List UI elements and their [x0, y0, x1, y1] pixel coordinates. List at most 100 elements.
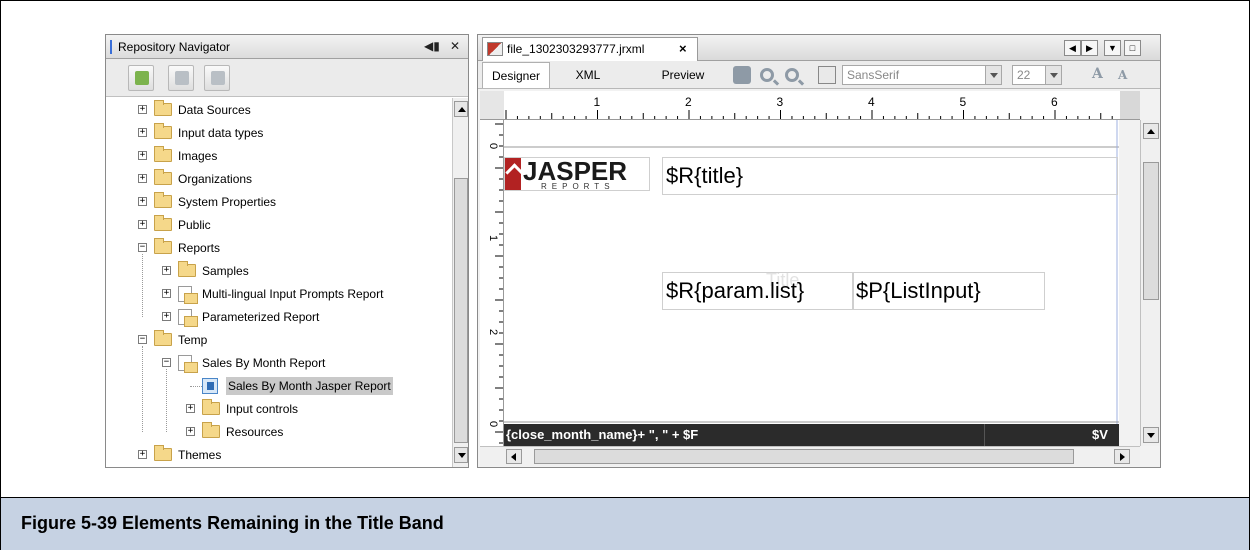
add-resource-button[interactable]	[128, 65, 154, 91]
scroll-right-button[interactable]	[1114, 449, 1130, 464]
tree-item-label: Reports	[178, 241, 221, 255]
scroll-thumb[interactable]	[1143, 162, 1159, 300]
logo-mark-icon	[505, 158, 521, 190]
ruler-number: 1	[487, 235, 499, 241]
tree-item[interactable]: − Sales By Month Report	[106, 353, 452, 373]
tree-item[interactable]: + System Properties	[106, 192, 452, 212]
expand-icon[interactable]: +	[138, 450, 147, 459]
tree-item-label: Resources	[226, 425, 284, 439]
expand-icon[interactable]: +	[186, 404, 195, 413]
increase-font-icon[interactable]: A	[1092, 66, 1103, 82]
scroll-thumb[interactable]	[534, 449, 1074, 464]
ruler-end	[1120, 91, 1140, 119]
ruler-number: 1	[594, 95, 601, 109]
expand-icon[interactable]: +	[138, 128, 147, 137]
tree-item-label: Parameterized Report	[202, 310, 320, 324]
tree-item[interactable]: + Samples	[106, 261, 452, 281]
tree-item[interactable]: + Input data types	[106, 123, 452, 143]
scroll-tabs-right-button[interactable]: ▶	[1081, 40, 1098, 56]
tree-item[interactable]: + Input controls	[106, 399, 452, 419]
expand-icon[interactable]: +	[186, 427, 195, 436]
figure-frame: Repository Navigator ◀▮ ✕ + Data Sources +…	[0, 0, 1250, 550]
expand-icon[interactable]: +	[138, 151, 147, 160]
ruler-number: 2	[685, 95, 692, 109]
expand-icon[interactable]: +	[138, 105, 147, 114]
tree-item[interactable]: + Resources	[106, 422, 452, 442]
tab-list-dropdown-button[interactable]: ▼	[1104, 40, 1121, 56]
close-panel-icon[interactable]: ✕	[450, 39, 460, 53]
tree-item[interactable]: + Organizations	[106, 169, 452, 189]
close-tab-icon[interactable]: ×	[679, 41, 687, 56]
collapse-icon[interactable]: −	[138, 243, 147, 252]
folder-icon	[154, 215, 172, 231]
jrxml-file-icon	[487, 42, 503, 56]
expand-icon[interactable]: +	[138, 220, 147, 229]
tree-item[interactable]: + Themes	[106, 445, 452, 465]
folder-icon	[154, 169, 172, 185]
ruler-number: 2	[487, 329, 499, 335]
tree-item[interactable]: − Reports	[106, 238, 452, 258]
ruler-number: 4	[868, 95, 875, 109]
scroll-up-button[interactable]	[1143, 123, 1159, 139]
list-input-field[interactable]: $P{ListInput}	[852, 272, 1045, 310]
report-designer-panel: file_1302303293777.jrxml × ◀ ▶ ▼ □ Desig…	[477, 34, 1161, 468]
title-field[interactable]: $R{title}	[662, 157, 1118, 195]
expand-icon[interactable]: +	[162, 312, 171, 321]
report-unit-icon	[178, 355, 198, 373]
navigator-title-bar: Repository Navigator ◀▮ ✕	[106, 35, 468, 59]
navigator-vertical-scrollbar[interactable]	[452, 98, 468, 467]
scroll-down-button[interactable]	[1143, 427, 1159, 443]
font-name-select[interactable]: SansSerif	[842, 65, 1002, 85]
tree-item-label: Themes	[178, 448, 222, 462]
tree-item[interactable]: + Multi-lingual Input Prompts Report	[106, 284, 452, 304]
decrease-font-icon[interactable]: A	[1118, 68, 1127, 82]
expand-icon[interactable]: +	[138, 174, 147, 183]
zoom-in-icon[interactable]	[760, 68, 774, 82]
scroll-tabs-left-button[interactable]: ◀	[1064, 40, 1081, 56]
file-tab[interactable]: file_1302303293777.jrxml ×	[482, 37, 698, 61]
minimize-panel-icon[interactable]: ◀▮	[424, 39, 440, 53]
folder-icon	[175, 71, 189, 85]
tab-preview[interactable]: Preview	[648, 62, 718, 88]
tree-item[interactable]: + Data Sources	[106, 100, 452, 120]
zoom-out-icon[interactable]	[785, 68, 799, 82]
footer-separator	[984, 424, 985, 446]
tree-item[interactable]: + Images	[106, 146, 452, 166]
font-size-select[interactable]: 22	[1012, 65, 1062, 85]
tree-item[interactable]: + Public	[106, 215, 452, 235]
tree-item[interactable]: − Temp	[106, 330, 452, 350]
format-icon[interactable]	[818, 66, 836, 84]
tree-item-label: Images	[178, 149, 218, 163]
expand-icon[interactable]: +	[138, 197, 147, 206]
canvas-vertical-scrollbar[interactable]	[1140, 120, 1160, 446]
canvas-horizontal-scrollbar[interactable]	[480, 446, 1140, 466]
collapse-icon[interactable]: −	[138, 335, 147, 344]
scroll-up-button[interactable]	[454, 101, 468, 117]
datasource-icon[interactable]	[733, 66, 751, 84]
scroll-thumb[interactable]	[454, 178, 468, 443]
folder-icon	[154, 192, 172, 208]
jasper-reports-logo[interactable]: JASPER REPORTS	[504, 156, 650, 191]
tree-item[interactable]: + Parameterized Report	[106, 307, 452, 327]
page-footer-band[interactable]: {close_month_name}+ ", " + $F $V	[504, 424, 1119, 446]
collapse-icon[interactable]: −	[162, 358, 171, 367]
folder-button[interactable]	[168, 65, 194, 91]
tree-item[interactable]: Sales By Month Jasper Report	[106, 376, 452, 396]
maximize-window-button[interactable]: □	[1124, 40, 1141, 56]
ruler-number: 0	[487, 143, 499, 149]
folder-icon	[202, 422, 220, 438]
tab-designer[interactable]: Designer	[482, 62, 550, 88]
folder-icon	[154, 100, 172, 116]
tree-item-label: Samples	[202, 264, 249, 278]
expand-icon[interactable]: +	[162, 289, 171, 298]
document-button[interactable]	[204, 65, 230, 91]
tab-xml[interactable]: XML	[568, 62, 608, 88]
expand-icon[interactable]: +	[162, 266, 171, 275]
chevron-down-icon	[985, 66, 1001, 84]
param-list-field[interactable]: $R{param.list}	[662, 272, 854, 310]
designer-toolbar: Designer XML Preview SansSerif 22 A A	[478, 61, 1160, 89]
repository-tree: + Data Sources + Input data types + Images + Or…	[106, 98, 452, 468]
scroll-left-button[interactable]	[506, 449, 522, 464]
scroll-down-button[interactable]	[454, 447, 468, 463]
add-resource-icon	[135, 71, 149, 85]
